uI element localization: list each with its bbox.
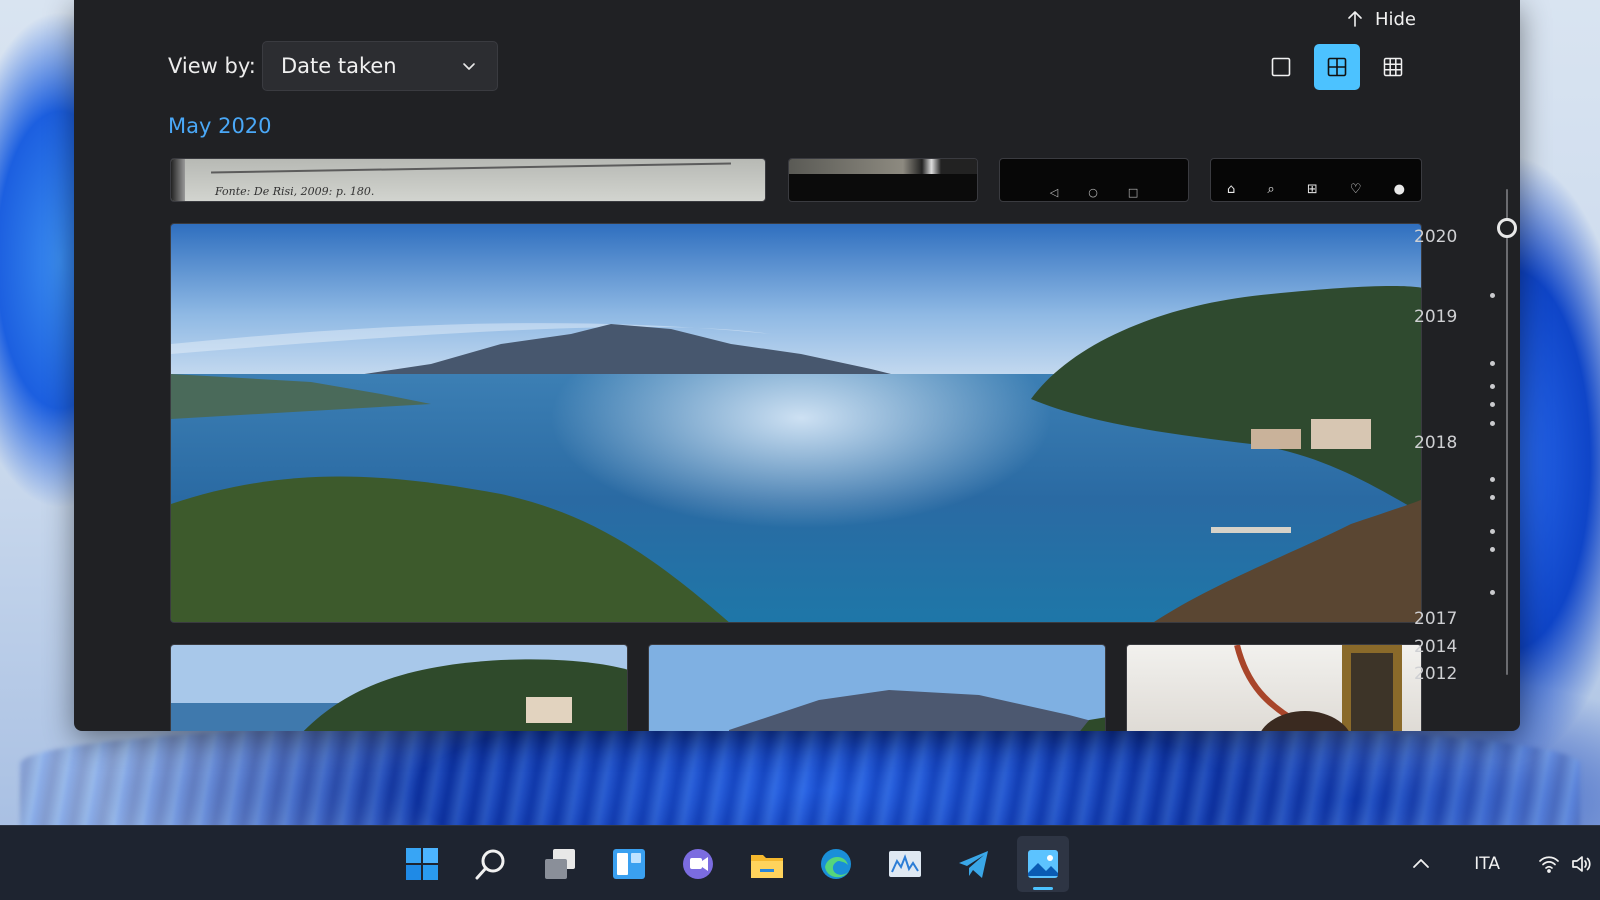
add-icon: ⊞ — [1306, 182, 1318, 197]
system-tray: ITA — [1410, 826, 1600, 900]
back-nav-icon: ◁ — [1049, 186, 1059, 199]
language-label: ITA — [1474, 853, 1500, 874]
windows-start-icon — [406, 847, 438, 880]
resource-monitor-button[interactable] — [879, 836, 931, 892]
timeline-year[interactable]: 2018 — [1414, 433, 1457, 453]
photo-document-scan[interactable]: Fonte: De Risi, 2009: p. 180. — [170, 158, 766, 202]
chat-button[interactable] — [672, 836, 724, 892]
view-size-toggles — [1258, 44, 1416, 90]
chevron-up-icon — [1413, 858, 1430, 868]
panorama-image — [171, 224, 1421, 622]
timeline-year[interactable]: 2012 — [1414, 664, 1457, 684]
edge-button[interactable] — [810, 836, 862, 892]
telegram-button[interactable] — [948, 836, 1000, 892]
doc-caption: Fonte: De Risi, 2009: p. 180. — [215, 185, 375, 198]
volume-button[interactable] — [1570, 853, 1592, 875]
hide-button-label: Hide — [1374, 8, 1416, 30]
timeline-year[interactable]: 2019 — [1414, 307, 1457, 327]
grid-2x2-icon — [1327, 57, 1347, 77]
photo-screenshot-1[interactable] — [788, 158, 978, 202]
show-hidden-icons-button[interactable] — [1410, 853, 1432, 875]
timeline-year[interactable]: 2014 — [1414, 637, 1457, 657]
home-icon: ⌂ — [1227, 182, 1236, 197]
language-indicator[interactable]: ITA — [1474, 854, 1500, 874]
photo-mountain-bay[interactable] — [648, 644, 1106, 731]
photos-window: Hide View by: Date taken May 2020 Fonte:… — [74, 0, 1520, 731]
search-icon — [475, 849, 505, 879]
monitor-chart-icon — [889, 850, 921, 877]
view-by-dropdown[interactable]: Date taken — [262, 41, 498, 91]
timeline-thumb[interactable] — [1497, 218, 1517, 238]
file-explorer-button[interactable] — [741, 836, 793, 892]
taskbar: ITA — [0, 825, 1600, 900]
single-view-button[interactable] — [1258, 44, 1304, 90]
task-view-icon — [545, 848, 575, 879]
photo-screenshot-3[interactable]: ⌂ ⌕ ⊞ ♡ ● — [1210, 158, 1422, 202]
search-icon: ⌕ — [1267, 182, 1275, 197]
widgets-button[interactable] — [603, 836, 655, 892]
speaker-icon — [1572, 855, 1591, 872]
view-by-value: Date taken — [281, 54, 397, 78]
start-button[interactable] — [396, 836, 448, 892]
photo-screenshot-2[interactable]: ◁ ○ □ — [999, 158, 1189, 202]
home-nav-icon: ○ — [1088, 186, 1098, 199]
teams-chat-icon — [683, 848, 713, 879]
folder-icon — [751, 854, 783, 878]
task-view-button[interactable] — [534, 836, 586, 892]
photos-app-icon — [1028, 849, 1058, 878]
network-button[interactable] — [1538, 853, 1560, 875]
telegram-icon — [959, 850, 988, 878]
grid-3x3-icon — [1383, 57, 1403, 77]
timeline-year[interactable]: 2020 — [1414, 227, 1457, 247]
taskbar-apps — [396, 826, 1069, 900]
timeline-year[interactable]: 2017 — [1414, 609, 1457, 629]
search-button[interactable] — [465, 836, 517, 892]
medium-grid-view-button[interactable] — [1314, 44, 1360, 90]
photo-panorama-bay[interactable] — [170, 223, 1422, 623]
timeline-scrubber[interactable]: 2020 2019 2018 2017 2014 2012 — [1414, 185, 1517, 685]
timeline-track — [1506, 189, 1508, 675]
square-icon — [1271, 57, 1291, 77]
small-grid-view-button[interactable] — [1370, 44, 1416, 90]
photos-app-button[interactable] — [1017, 835, 1069, 892]
view-by-label: View by: — [168, 54, 256, 78]
recent-nav-icon: □ — [1127, 186, 1139, 199]
heart-icon: ♡ — [1349, 182, 1362, 197]
photo-coast-houses[interactable] — [170, 644, 628, 731]
wifi-icon — [1539, 855, 1559, 873]
edge-browser-icon — [821, 848, 851, 879]
chevron-down-icon — [463, 63, 475, 70]
arrow-up-icon — [1348, 11, 1362, 27]
profile-icon: ● — [1393, 182, 1405, 197]
month-heading[interactable]: May 2020 — [168, 114, 272, 138]
widgets-icon — [613, 848, 645, 879]
hide-button[interactable]: Hide — [1345, 4, 1416, 34]
photo-portrait-indoor[interactable] — [1126, 644, 1422, 731]
